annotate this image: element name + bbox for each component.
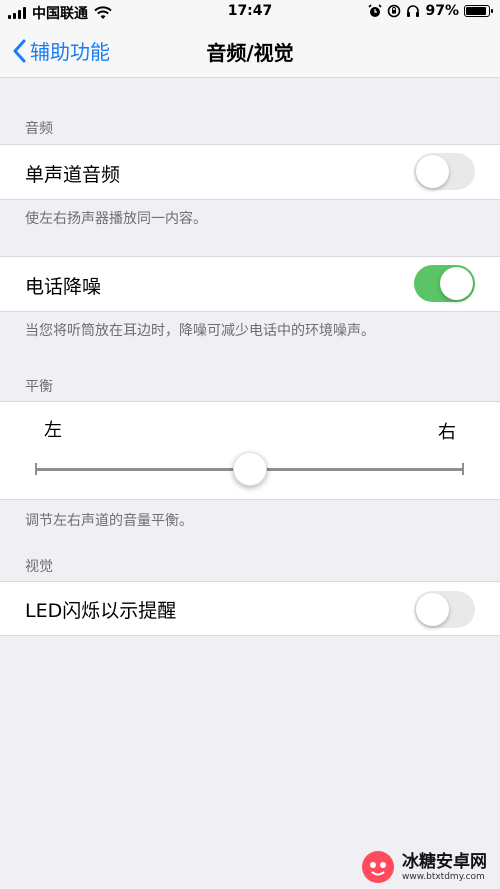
toggle-knob [416, 155, 449, 188]
section-header-audio: 音频 [25, 121, 53, 137]
status-right: 97% [368, 3, 493, 19]
headphones-icon [407, 5, 420, 17]
watermark-url: www.btxtdmy.com [402, 872, 485, 882]
toggle-knob [440, 267, 473, 300]
watermark: 冰糖安卓网 www.btxtdmy.com [360, 848, 498, 886]
mono-audio-toggle[interactable] [414, 153, 475, 190]
noise-cancel-toggle[interactable] [414, 265, 475, 302]
noise-cancel-cell: 电话降噪 [0, 256, 500, 312]
battery-percent: 97% [425, 3, 459, 19]
noise-cancel-footer: 当您将听筒放在耳边时，降噪可减少电话中的环境噪声。 [25, 323, 375, 339]
candy-logo-icon [362, 851, 394, 883]
mono-audio-cell: 单声道音频 [0, 144, 500, 200]
balance-right-label: 右 [438, 422, 456, 443]
led-flash-label: LED闪烁以示提醒 [25, 600, 177, 622]
watermark-text: 冰糖安卓网 www.btxtdmy.com [402, 852, 487, 882]
mono-audio-label: 单声道音频 [25, 164, 121, 186]
orientation-lock-icon [388, 4, 401, 18]
battery-icon [464, 5, 493, 17]
page-title: 音频/视觉 [206, 41, 294, 65]
slider-cap-right [462, 463, 464, 475]
status-bar: 中国联通 17:47 97% [0, 0, 500, 24]
section-header-balance: 平衡 [25, 379, 53, 395]
nav-bar: 辅助功能 音频/视觉 [0, 24, 500, 78]
battery-fill [466, 7, 486, 15]
alarm-icon [368, 4, 383, 17]
led-flash-cell: LED闪烁以示提醒 [0, 581, 500, 636]
mono-audio-footer: 使左右扬声器播放同一内容。 [25, 211, 207, 227]
balance-left-label: 左 [44, 420, 62, 441]
slider-cap-left [35, 463, 37, 475]
watermark-title: 冰糖安卓网 [402, 852, 487, 872]
balance-footer: 调节左右声道的音量平衡。 [25, 513, 193, 529]
balance-cell: 左 右 [0, 401, 500, 500]
led-flash-toggle[interactable] [414, 591, 475, 628]
balance-slider-thumb[interactable] [233, 452, 267, 486]
toggle-knob [416, 593, 449, 626]
noise-cancel-label: 电话降噪 [25, 276, 102, 298]
section-header-visual: 视觉 [25, 559, 53, 575]
